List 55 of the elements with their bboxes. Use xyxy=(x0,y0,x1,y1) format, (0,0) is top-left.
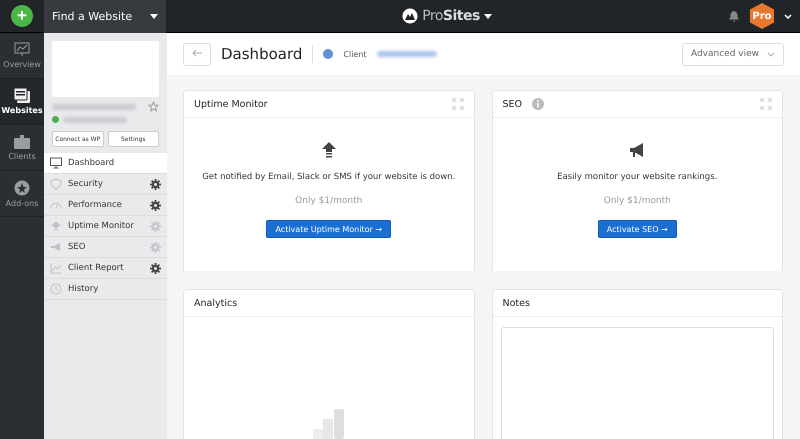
caret-icon[interactable] xyxy=(484,14,492,18)
monitor-icon xyxy=(50,157,62,169)
status-dot xyxy=(52,116,59,123)
brand-name: ProSites xyxy=(422,8,480,24)
view-select[interactable]: Advanced view xyxy=(682,42,784,66)
menu-item[interactable]: Security xyxy=(44,174,167,195)
gear-icon[interactable] xyxy=(150,200,161,210)
brand-logo-icon xyxy=(402,8,418,24)
back-arrow-icon xyxy=(191,46,203,58)
id-badge-icon xyxy=(14,134,30,149)
blurred-text xyxy=(376,51,437,57)
site-picker[interactable]: Find a Website xyxy=(44,0,166,32)
activate-button[interactable]: Activate Uptime Monitor → xyxy=(266,220,392,238)
chart-monitor-icon xyxy=(14,42,30,57)
caret-icon xyxy=(784,14,792,18)
up-arrow-icon xyxy=(322,142,336,158)
info-icon xyxy=(532,98,544,110)
star-icon[interactable] xyxy=(148,101,159,112)
bell-icon xyxy=(728,10,740,22)
shield-icon xyxy=(50,178,62,190)
gear-icon[interactable] xyxy=(150,262,161,274)
notes-field[interactable] xyxy=(500,327,774,439)
megaphone-icon xyxy=(629,142,646,158)
chevron-icon xyxy=(767,52,775,56)
nav-item[interactable]: Websites xyxy=(0,79,44,125)
price-text: Only $1/month xyxy=(295,196,362,206)
expand-icon xyxy=(760,98,772,110)
card-title: SEO xyxy=(502,98,522,110)
gear-icon[interactable] xyxy=(150,178,161,190)
caret-icon xyxy=(150,14,158,18)
card-description: Easily monitor your website rankings. xyxy=(557,172,718,182)
card-description: Get notified by Email, Slack or SMS if your website is down. xyxy=(202,172,456,182)
report-chart-icon xyxy=(50,262,62,274)
card-title: Uptime Monitor xyxy=(194,98,268,110)
star-badge-icon xyxy=(14,180,30,196)
clock-icon xyxy=(50,283,62,295)
card-title: Analytics xyxy=(194,298,238,308)
client-dot xyxy=(323,49,334,59)
menu-item[interactable]: Client Report xyxy=(44,258,167,279)
page-title: Dashboard xyxy=(221,45,314,63)
blurred-text xyxy=(63,116,127,122)
client-label: Client xyxy=(343,50,367,58)
menu-item[interactable]: Dashboard xyxy=(44,153,167,174)
menu-item[interactable]: Uptime Monitor xyxy=(44,216,167,237)
activate-button[interactable]: Activate SEO → xyxy=(598,220,677,238)
browser-windows-icon xyxy=(14,88,30,103)
expand-icon xyxy=(452,98,464,110)
menu-item[interactable]: History xyxy=(44,279,167,300)
up-arrow-icon xyxy=(50,220,62,232)
back-button[interactable] xyxy=(183,42,211,66)
price-text: Only $1/month xyxy=(604,196,671,206)
menu-item[interactable]: SEO xyxy=(44,237,167,258)
megaphone-icon xyxy=(50,241,62,253)
card-title: Notes xyxy=(502,298,530,308)
menu-item[interactable]: Performance xyxy=(44,195,167,216)
